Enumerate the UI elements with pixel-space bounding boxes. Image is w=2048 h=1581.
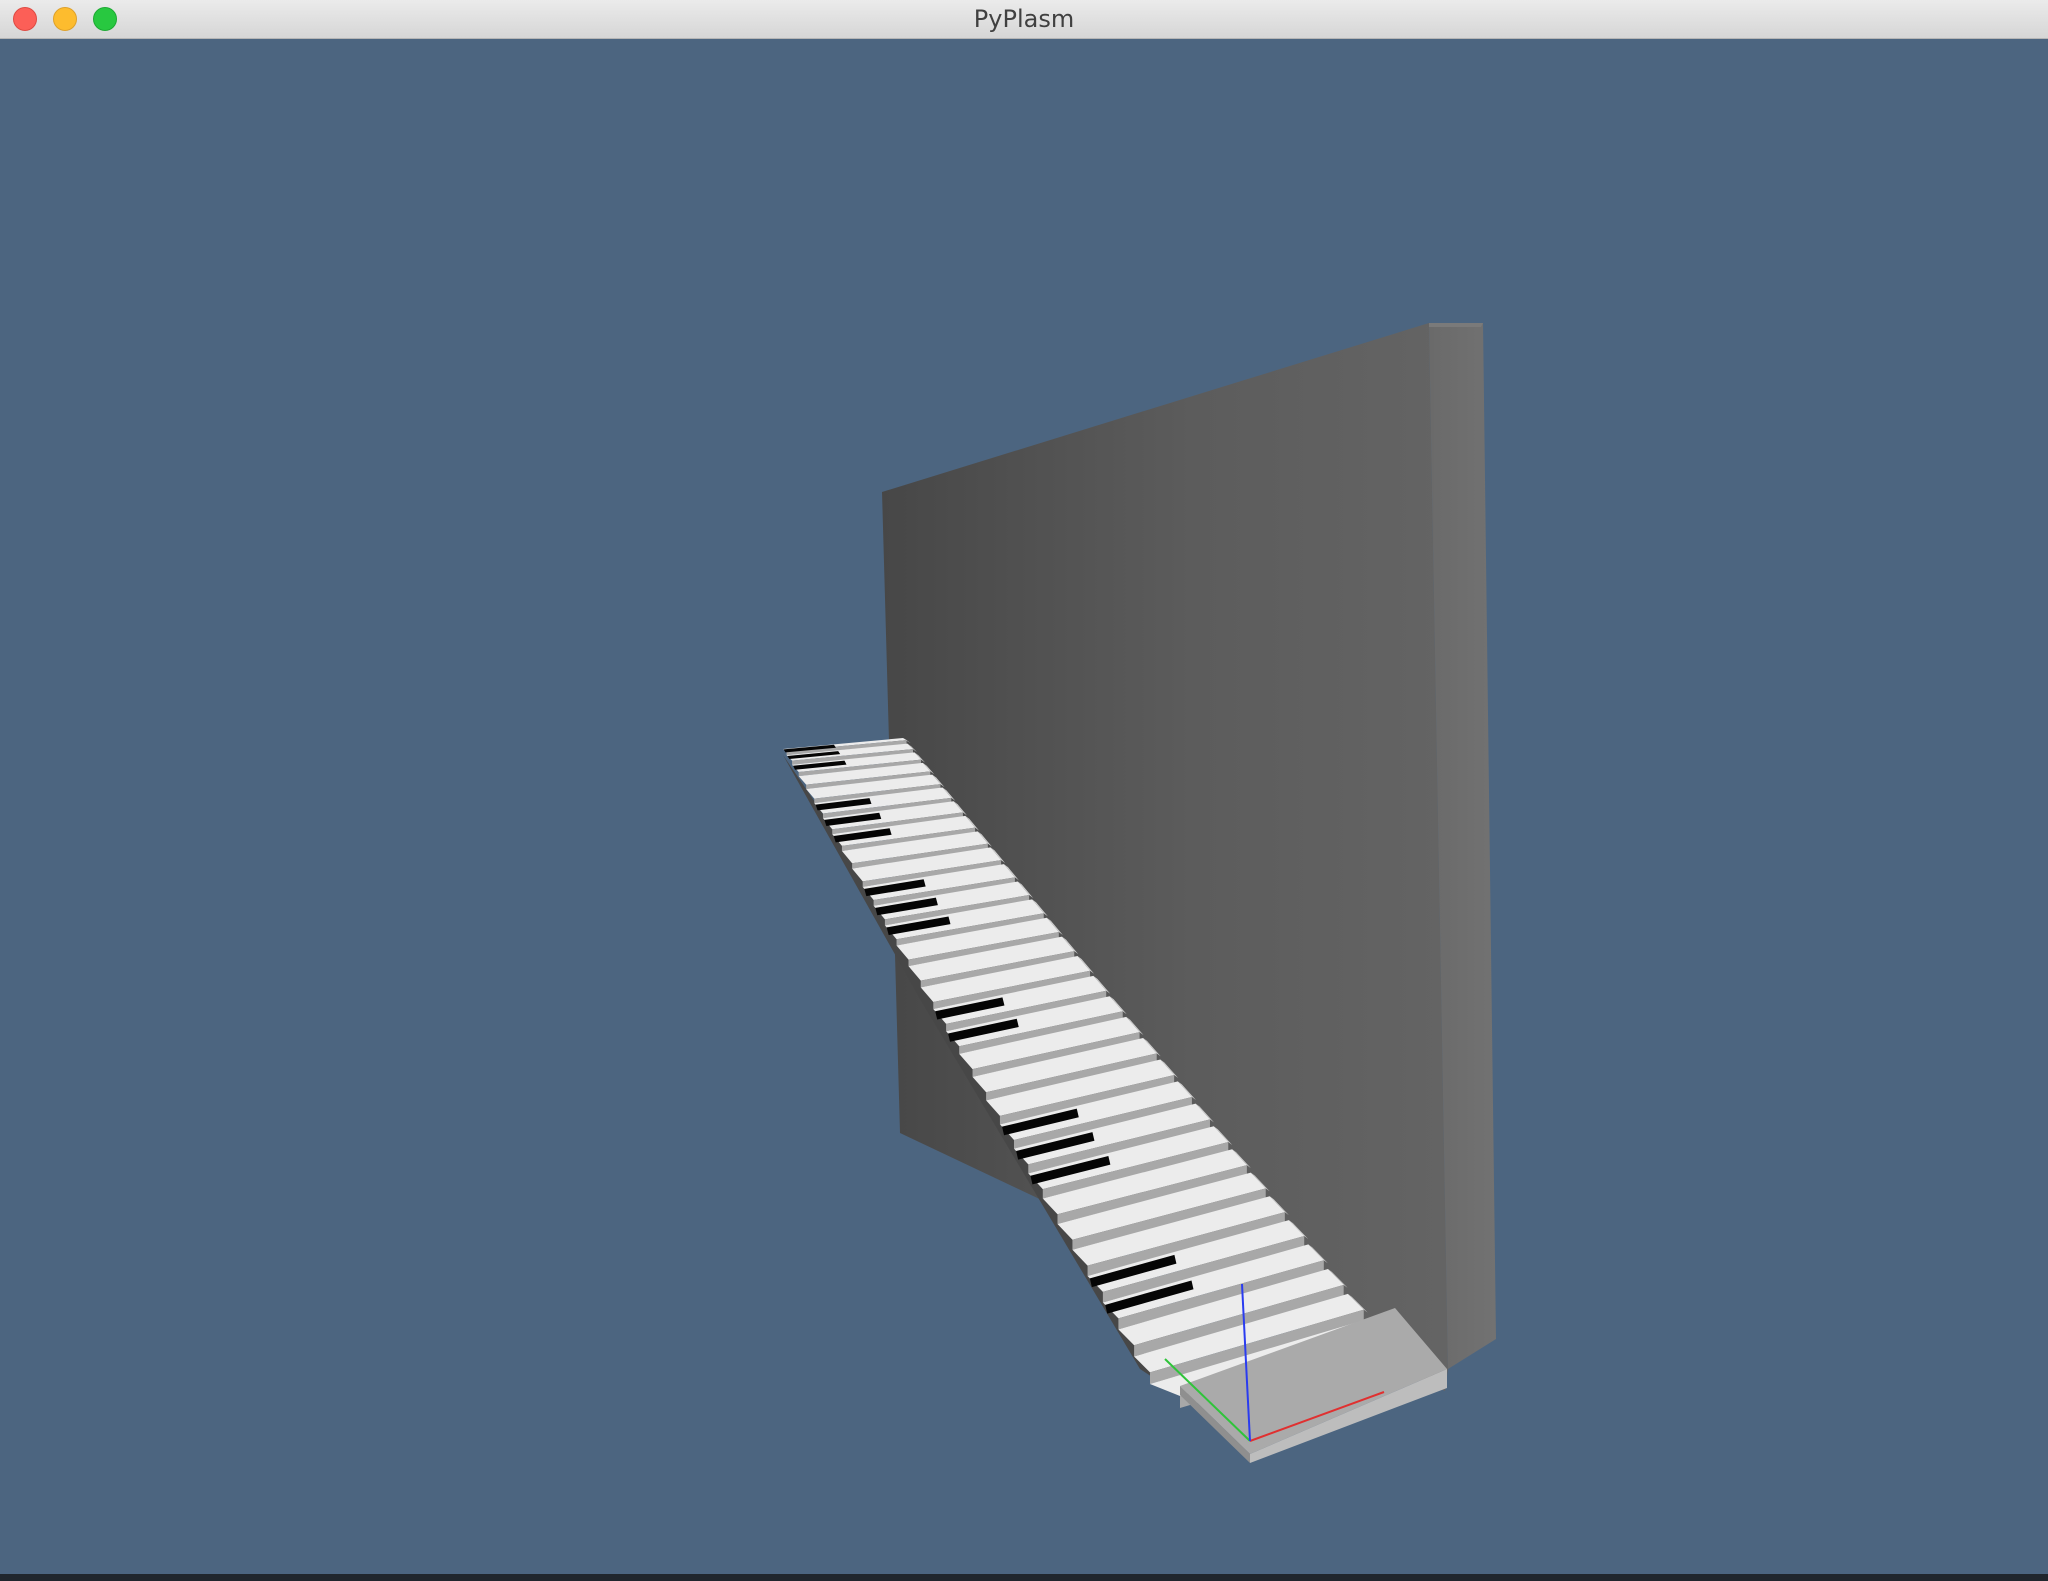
app-window: PyPlasm	[0, 0, 2048, 1581]
panel-top-edge	[1429, 323, 1483, 327]
3d-viewport[interactable]	[0, 39, 2048, 1581]
title-bar[interactable]: PyPlasm	[0, 0, 2048, 39]
window-title: PyPlasm	[973, 5, 1075, 33]
window-bottom-edge	[0, 1574, 2048, 1581]
